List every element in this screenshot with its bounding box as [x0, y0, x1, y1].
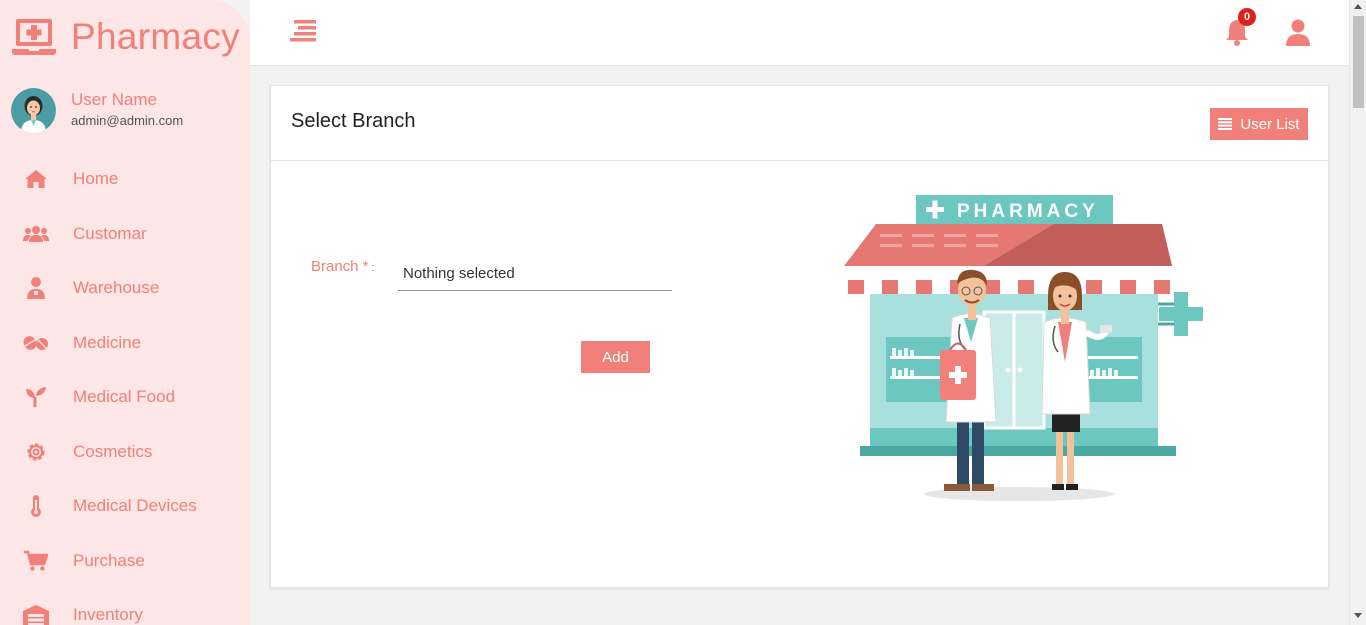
gear-icon [22, 440, 50, 464]
sidebar-item-home[interactable]: Home [0, 152, 250, 207]
user-profile: User Name admin@admin.com [11, 88, 183, 133]
thermometer-icon [22, 494, 50, 518]
user-icon[interactable] [1285, 19, 1311, 47]
laptop-medical-icon [12, 19, 56, 55]
sidebar-item-medical-food[interactable]: Medical Food [0, 370, 250, 425]
warehouse-icon [22, 603, 50, 625]
required-mark: * [362, 258, 369, 275]
sidebar-item-label: Purchase [73, 550, 145, 570]
scroll-up-arrow-icon[interactable] [1354, 4, 1362, 9]
list-icon [1218, 118, 1233, 130]
user-list-label: User List [1240, 115, 1300, 133]
topbar: 0 [250, 0, 1349, 66]
home-icon [22, 167, 50, 191]
sidebar-item-label: Medicine [73, 332, 142, 352]
users-icon [22, 222, 50, 246]
branch-label: Branch *: [311, 258, 375, 275]
select-branch-card: Select Branch User List Branch *: Nothin… [270, 85, 1329, 588]
sidebar-item-customar[interactable]: Customar [0, 207, 250, 262]
sidebar-item-label: Cosmetics [73, 441, 153, 461]
user-list-button[interactable]: User List [1210, 108, 1308, 140]
branch-select[interactable]: Nothing selected [398, 256, 672, 291]
sidebar-item-label: Home [73, 169, 119, 189]
pills-icon [22, 331, 50, 355]
pharmacy-illustration: PHARMACY [844, 195, 1203, 501]
sidebar-nav: Home Customar Warehouse Medicine Medical… [0, 152, 250, 625]
sidebar-item-medicine[interactable]: Medicine [0, 316, 250, 371]
notification-badge: 0 [1238, 8, 1256, 26]
branch-label-text: Branch [311, 258, 359, 275]
sidebar-item-medical-devices[interactable]: Medical Devices [0, 479, 250, 534]
sidebar-item-label: Medical Food [73, 387, 176, 407]
sidebar-item-label: Warehouse [73, 278, 160, 298]
page-title: Select Branch [291, 110, 416, 132]
cart-icon [22, 549, 50, 573]
sidebar-item-label: Medical Devices [73, 496, 197, 516]
add-button[interactable]: Add [581, 341, 650, 373]
pharmacy-sign-text: PHARMACY [957, 201, 1099, 222]
brand[interactable]: Pharmacy [12, 14, 240, 60]
sidebar-item-inventory[interactable]: Inventory [0, 588, 250, 625]
card-header: Select Branch User List [271, 86, 1328, 161]
seedling-icon [22, 385, 50, 409]
sidebar-item-label: Inventory [73, 605, 143, 625]
sidebar-item-purchase[interactable]: Purchase [0, 534, 250, 589]
scrollbar-thumb[interactable] [1353, 16, 1364, 108]
label-colon: : [371, 262, 375, 274]
brand-name: Pharmacy [71, 16, 240, 57]
sidebar-item-warehouse[interactable]: Warehouse [0, 261, 250, 316]
avatar [11, 88, 56, 133]
sidebar-item-label: Customar [73, 223, 147, 243]
menu-toggle-icon[interactable] [290, 19, 318, 43]
user-email: admin@admin.com [71, 112, 184, 128]
scrollbar[interactable] [1349, 0, 1366, 625]
sidebar-item-cosmetics[interactable]: Cosmetics [0, 425, 250, 480]
scroll-down-arrow-icon[interactable] [1354, 613, 1362, 618]
sidebar: Pharmacy User Name admin@admin.com Home [0, 0, 250, 625]
person-icon [22, 276, 50, 300]
user-name: User Name [71, 89, 157, 109]
